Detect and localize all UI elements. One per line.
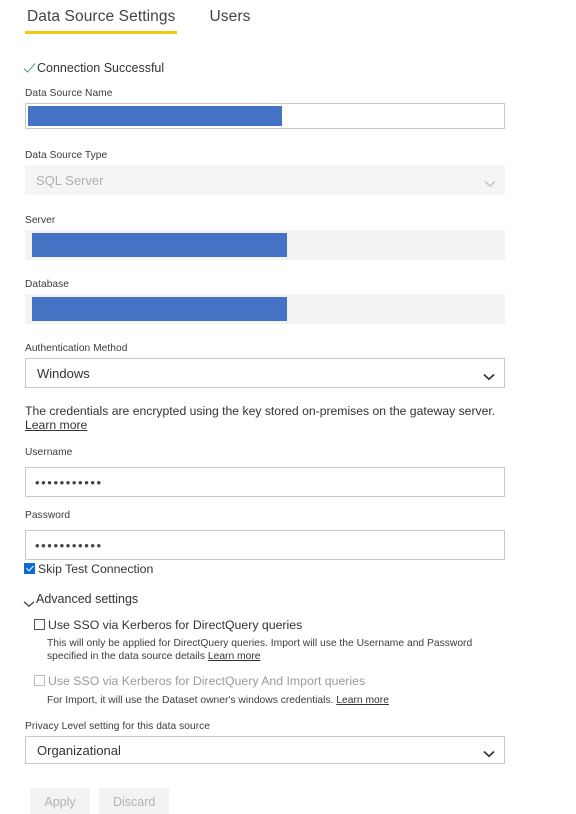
advanced-settings-toggle[interactable]: Advanced settings (23, 592, 505, 607)
field-password: Password ••••••••••• (25, 510, 505, 560)
password-value: ••••••••••• (35, 537, 103, 553)
connection-status: Connection Successful (23, 61, 164, 75)
field-authentication-method: Authentication Method Windows (25, 343, 505, 388)
data-source-name-input[interactable] (25, 103, 505, 129)
advanced-settings-label: Advanced settings (36, 592, 139, 606)
tab-data-source-settings[interactable]: Data Source Settings (25, 0, 178, 34)
field-username: Username ••••••••••• (25, 447, 505, 497)
credentials-learn-more-link[interactable]: Learn more (25, 418, 87, 432)
sso-directquery-note: This will only be applied for DirectQuer… (47, 637, 512, 663)
check-icon (23, 62, 36, 75)
sso-directquery-learn-more-link[interactable]: Learn more (208, 651, 261, 662)
skip-test-connection-checkbox[interactable] (24, 563, 35, 574)
skip-test-connection-row[interactable]: Skip Test Connection (24, 563, 505, 575)
data-source-name-label: Data Source Name (25, 88, 113, 99)
credentials-note-text: The credentials are encrypted using the … (25, 404, 496, 418)
sso-directquery-import-note: For Import, it will use the Dataset owne… (47, 694, 505, 707)
sso-directquery-label: Use SSO via Kerberos for DirectQuery que… (48, 618, 303, 632)
database-label: Database (25, 279, 70, 290)
sso-directquery-import-label: Use SSO via Kerberos for DirectQuery And… (48, 674, 366, 688)
privacy-level-value: Organizational (37, 742, 121, 758)
privacy-level-label: Privacy Level setting for this data sour… (25, 721, 210, 732)
database-input (25, 294, 505, 324)
server-input (25, 230, 505, 260)
username-input[interactable]: ••••••••••• (25, 467, 505, 497)
data-source-type-label: Data Source Type (25, 150, 108, 161)
authentication-method-select[interactable]: Windows (25, 358, 505, 388)
password-label: Password (25, 510, 71, 521)
data-source-settings-page: Data Source Settings Users Connection Su… (0, 0, 576, 814)
data-source-type-value: SQL Server (36, 172, 104, 188)
form-actions: Apply Discard (30, 788, 505, 814)
data-source-type-select: SQL Server (25, 165, 505, 195)
apply-button[interactable]: Apply (30, 788, 90, 814)
sso-directquery-import-row: Use SSO via Kerberos for DirectQuery And… (34, 675, 505, 687)
field-database: Database (25, 279, 505, 324)
server-label: Server (25, 215, 56, 226)
chevron-down-icon (483, 746, 495, 758)
chevron-down-icon (23, 595, 35, 607)
tab-users[interactable]: Users (207, 0, 252, 34)
tab-active-underline (25, 31, 178, 34)
sso-directquery-checkbox[interactable] (34, 619, 45, 630)
field-server: Server (25, 215, 505, 260)
sso-directquery-import-checkbox (34, 675, 45, 686)
field-data-source-type: Data Source Type SQL Server (25, 150, 505, 195)
field-privacy-level: Privacy Level setting for this data sour… (25, 721, 505, 764)
redacted-value-block (32, 297, 287, 321)
data-source-form: Data Source Name Data Source Type SQL Se… (23, 88, 505, 814)
privacy-level-select[interactable]: Organizational (25, 736, 505, 764)
sso-directquery-import-note-text: For Import, it will use the Dataset owne… (47, 695, 334, 706)
tab-label: Data Source Settings (27, 8, 176, 25)
password-input[interactable]: ••••••••••• (25, 530, 505, 560)
skip-test-connection-label: Skip Test Connection (38, 562, 154, 576)
tab-active-underline (207, 31, 252, 34)
connection-status-label: Connection Successful (37, 61, 165, 75)
sso-directquery-row[interactable]: Use SSO via Kerberos for DirectQuery que… (34, 619, 505, 631)
chevron-down-icon (483, 369, 495, 381)
redacted-value-block (32, 233, 287, 257)
authentication-method-value: Windows (37, 365, 90, 381)
tab-bar: Data Source Settings Users (0, 0, 576, 42)
username-label: Username (25, 447, 73, 458)
username-value: ••••••••••• (35, 474, 103, 490)
authentication-method-label: Authentication Method (25, 343, 128, 354)
redacted-value-block (28, 106, 282, 126)
chevron-down-icon (484, 176, 496, 188)
credentials-note: The credentials are encrypted using the … (25, 404, 505, 432)
sso-directquery-import-learn-more-link[interactable]: Learn more (336, 695, 389, 706)
tab-label: Users (209, 8, 251, 25)
field-data-source-name: Data Source Name (25, 88, 505, 129)
discard-button[interactable]: Discard (99, 788, 170, 814)
